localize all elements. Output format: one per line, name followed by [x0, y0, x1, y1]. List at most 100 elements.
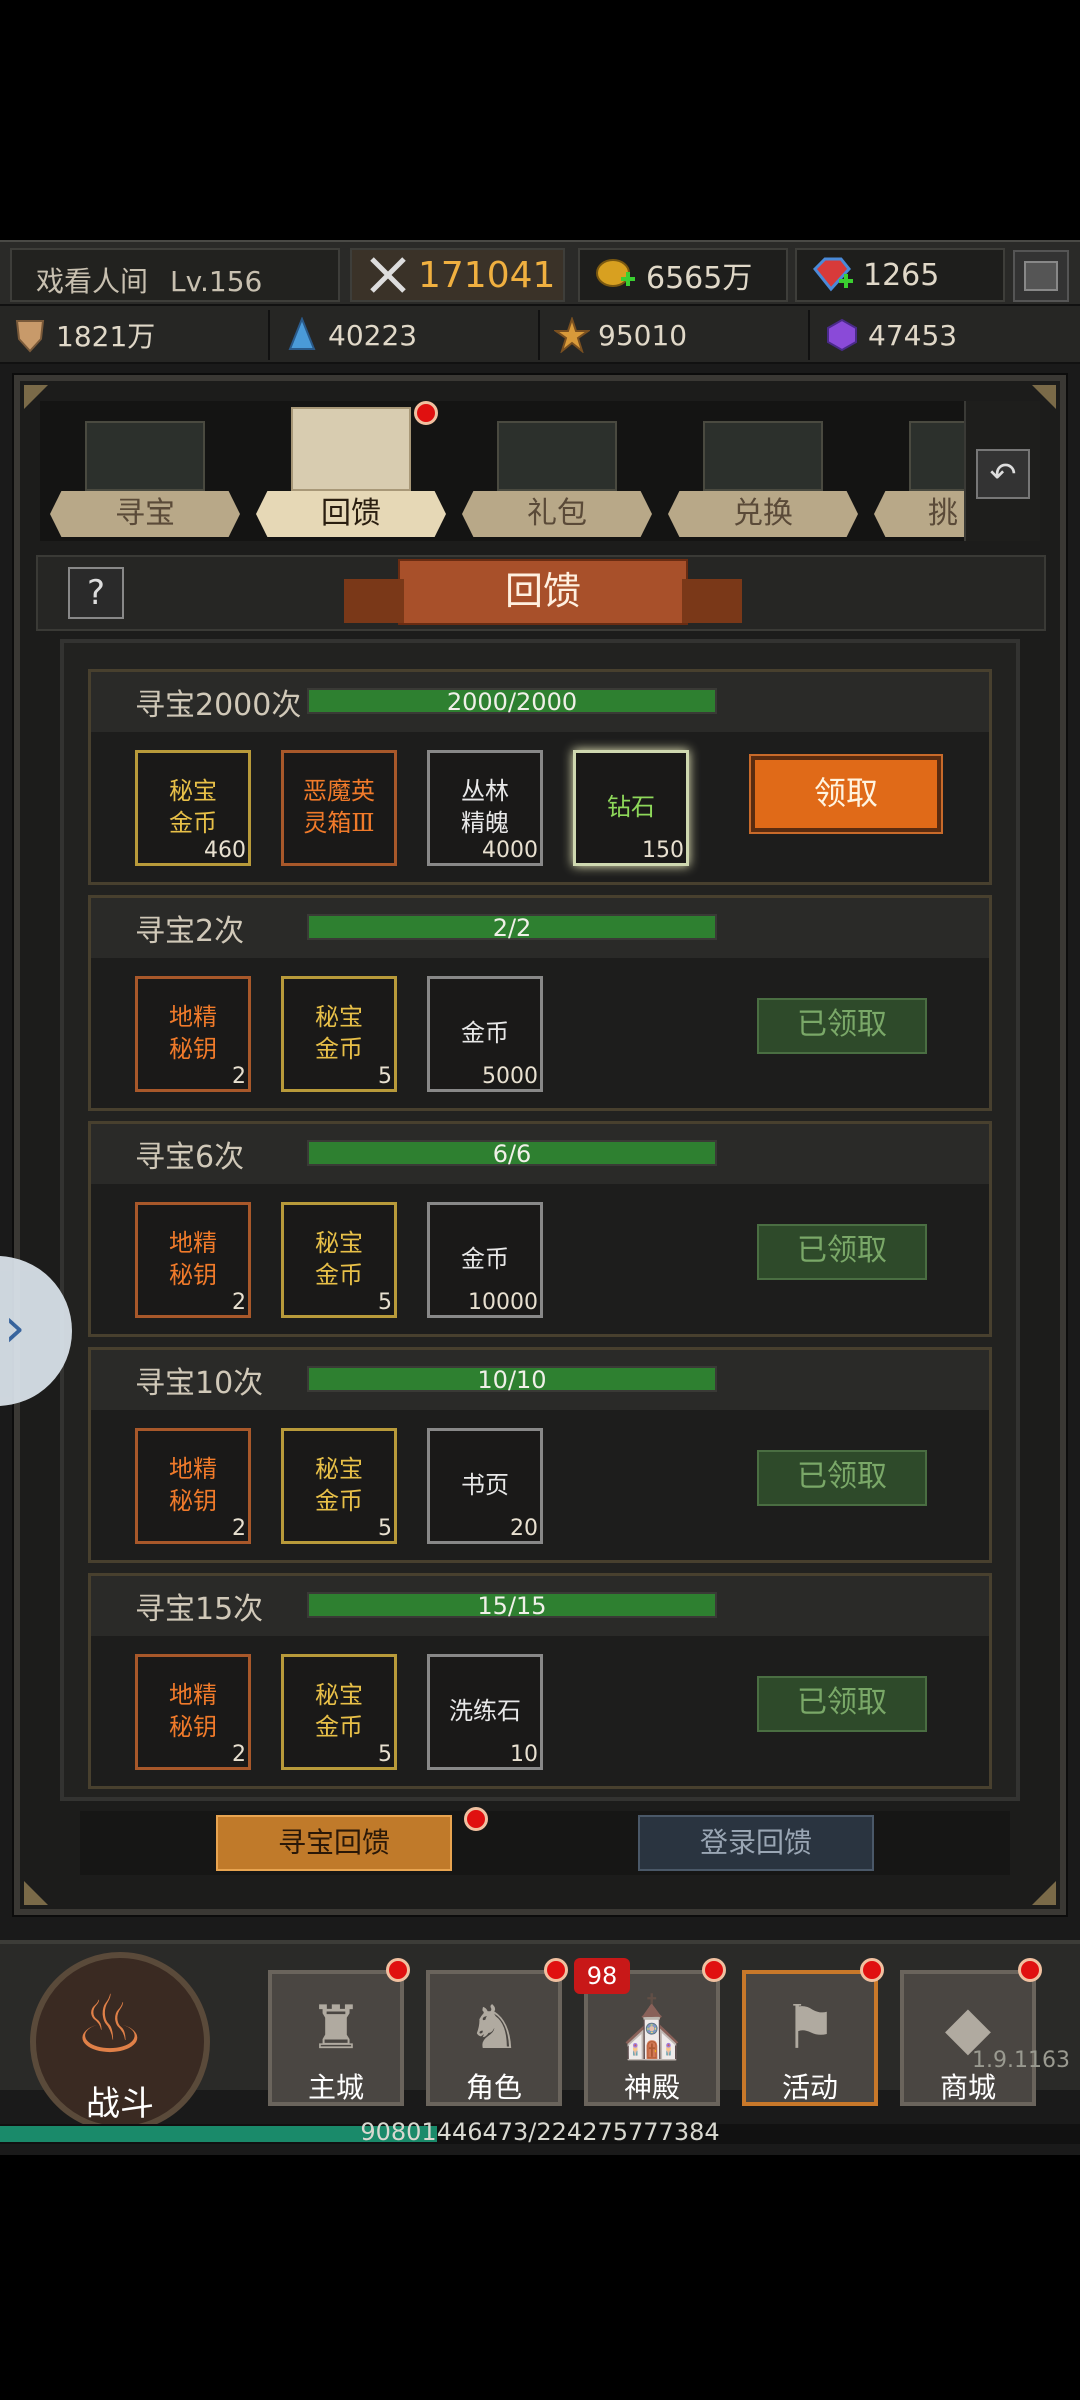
reward-tier: 寻宝6次 6/6 地精 秘钥 2 秘宝 金币 5 金币 10000 已领取 [88, 1121, 992, 1337]
subtab-treasure-feedback[interactable]: 寻宝回馈 [216, 1815, 452, 1871]
tab-feedback[interactable]: 回馈 [256, 401, 446, 541]
reward-item-name: 秘宝 金币 [315, 1455, 363, 1515]
tier-rewards: 秘宝 金币 460 恶魔英 灵箱Ⅲ 丛林 精魄 4000 钻石 150 领取 [91, 732, 989, 882]
crystal-value: 40223 [328, 318, 418, 352]
progress-text: 6/6 [492, 1140, 532, 1168]
crystal-resource: 40223 [272, 310, 540, 360]
reward-item-count: 5 [378, 1742, 392, 1767]
gem-resource[interactable]: 1265 [795, 248, 1005, 302]
return-arrow-icon: ↶ [989, 455, 1017, 493]
tier-progress-bar: 6/6 [307, 1140, 717, 1168]
reward-item-count: 2 [232, 1064, 246, 1089]
reward-item-name: 秘宝 金币 [169, 777, 217, 837]
reward-item[interactable]: 钻石 150 [573, 750, 689, 866]
combat-power: 171041 [350, 248, 565, 302]
reward-item-count: 10000 [468, 1290, 538, 1315]
tier-progress-bar: 2/2 [307, 914, 717, 942]
purple-value: 47453 [868, 318, 958, 352]
book-icon [85, 421, 205, 491]
resource-bar-bottom: 1821万 40223 95010 47453 [0, 306, 1080, 364]
tier-title: 寻宝2次 [135, 914, 245, 949]
tier-title: 寻宝2000次 [135, 688, 302, 723]
tab-gift[interactable]: 礼包 [462, 401, 652, 541]
reward-item-count: 150 [642, 838, 684, 863]
reward-item[interactable]: 地精 秘钥 2 [135, 1428, 251, 1544]
reward-item-name: 恶魔英 灵箱Ⅲ [303, 777, 375, 837]
reward-item[interactable]: 洗练石 10 [427, 1654, 543, 1770]
reward-item[interactable]: 丛林 精魄 4000 [427, 750, 543, 866]
progress-text: 15/15 [477, 1592, 547, 1620]
activity-panel: 寻宝 回馈 礼包 兑换 挑 ↶ ? 回馈 寻宝2000次 2000/2000 秘… [12, 373, 1068, 1917]
tier-header: 寻宝2次 2/2 [91, 898, 989, 958]
reward-item[interactable]: 秘宝 金币 5 [281, 1654, 397, 1770]
gold-resource[interactable]: 6565万 [578, 248, 788, 302]
reward-item[interactable]: 金币 5000 [427, 976, 543, 1092]
reward-item[interactable]: 秘宝 金币 460 [135, 750, 251, 866]
star-value: 95010 [598, 318, 688, 352]
settings-button[interactable] [1013, 250, 1069, 302]
reward-item[interactable]: 地精 秘钥 2 [135, 976, 251, 1092]
tier-progress-bar: 10/10 [307, 1366, 717, 1394]
notification-dot [1018, 1958, 1042, 1982]
reward-item-name: 秘宝 金币 [315, 1229, 363, 1289]
player-info[interactable]: 戏看人间 Lv.156 [10, 248, 340, 302]
feedback-subtabs: 寻宝回馈 登录回馈 [80, 1807, 1010, 1875]
back-button[interactable]: ↶ [976, 449, 1030, 499]
helmet-icon: ♞ [467, 1993, 521, 2063]
subtab-login-feedback[interactable]: 登录回馈 [638, 1815, 874, 1871]
help-button[interactable]: ? [68, 567, 124, 619]
reward-item-name: 金币 [461, 1245, 509, 1273]
reward-item[interactable]: 秘宝 金币 5 [281, 1202, 397, 1318]
open-book-icon [291, 407, 411, 491]
fight-button[interactable]: ♨ 战斗 [30, 1952, 210, 2132]
reward-item[interactable]: 地精 秘钥 2 [135, 1202, 251, 1318]
reward-item[interactable]: 秘宝 金币 5 [281, 976, 397, 1092]
gold-value: 6565万 [646, 261, 753, 296]
reward-item-name: 地精 秘钥 [169, 1681, 217, 1741]
menu-icon [1024, 261, 1058, 291]
frame-corner [1032, 1881, 1056, 1905]
nav-banner[interactable]: ⚑ 活动 [742, 1958, 884, 2106]
game-screen: 戏看人间 Lv.156 171041 6565万 1265 1821万 4022… [0, 240, 1080, 2155]
tier-title: 寻宝10次 [135, 1366, 264, 1401]
claimed-button[interactable]: 已领取 [757, 1676, 927, 1732]
tab-exchange[interactable]: 兑换 [668, 401, 858, 541]
reward-item[interactable]: 金币 10000 [427, 1202, 543, 1318]
reward-item-name: 洗练石 [449, 1697, 521, 1725]
claimed-button[interactable]: 已领取 [757, 998, 927, 1054]
tier-title: 寻宝6次 [135, 1140, 245, 1175]
reward-item-count: 5 [378, 1290, 392, 1315]
temple-count-badge: 98 [574, 1958, 630, 1994]
reward-item-count: 10 [510, 1742, 538, 1767]
experience-bar: 90801446473/224275777384 [0, 2118, 1080, 2146]
experience-text: 90801446473/224275777384 [360, 2118, 720, 2146]
player-name: 戏看人间 [36, 265, 149, 298]
gem-value: 1265 [863, 257, 940, 293]
tab-label: 回馈 [256, 491, 446, 537]
reward-item-count: 460 [204, 838, 246, 863]
tab-more[interactable]: 挑 [874, 401, 964, 541]
reward-item-count: 5000 [482, 1064, 538, 1089]
notification-dot [414, 401, 438, 425]
progress-text: 2/2 [492, 914, 532, 942]
claimed-button[interactable]: 已领取 [757, 1224, 927, 1280]
nav-label: 活动 [781, 2071, 838, 2104]
reward-item[interactable]: 书页 20 [427, 1428, 543, 1544]
claimed-button[interactable]: 已领取 [757, 1450, 927, 1506]
chevron-right-icon: › [4, 1296, 26, 1359]
reward-item[interactable]: 秘宝 金币 5 [281, 1428, 397, 1544]
nav-castle[interactable]: ♜ 主城 [268, 1958, 410, 2106]
reward-tier: 寻宝10次 10/10 地精 秘钥 2 秘宝 金币 5 书页 20 已领取 [88, 1347, 992, 1563]
tab-treasure[interactable]: 寻宝 [50, 401, 240, 541]
reward-item-name: 秘宝 金币 [315, 1681, 363, 1741]
reward-item[interactable]: 地精 秘钥 2 [135, 1654, 251, 1770]
reward-item[interactable]: 恶魔英 灵箱Ⅲ [281, 750, 397, 866]
claim-button[interactable]: 领取 [749, 754, 943, 834]
page-title: 回馈 [344, 559, 742, 625]
nav-helmet[interactable]: ♞ 角色 [426, 1958, 568, 2106]
back-button-area: ↶ [964, 401, 1040, 541]
nav-diamond[interactable]: ◆ 商城 [900, 1958, 1042, 2106]
nav-label: 角色 [465, 2071, 522, 2104]
reward-list[interactable]: 寻宝2000次 2000/2000 秘宝 金币 460 恶魔英 灵箱Ⅲ 丛林 精魄 4000… [60, 639, 1020, 1801]
gem-plus-icon [811, 255, 855, 295]
